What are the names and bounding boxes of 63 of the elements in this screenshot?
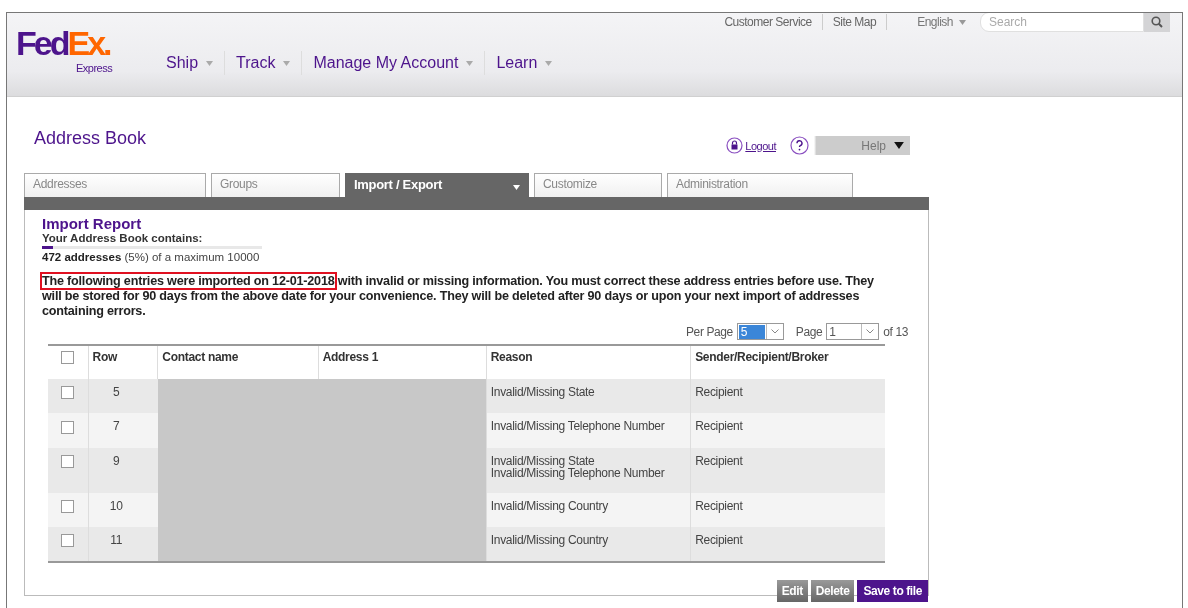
table-cell: 11 — [88, 527, 158, 563]
lock-icon — [726, 137, 744, 154]
caret-icon — [283, 60, 291, 66]
section-title: Import Report — [42, 216, 143, 232]
checkbox[interactable] — [61, 386, 75, 400]
table-cell: Invalid/Missing Country — [486, 492, 691, 527]
action-button[interactable]: Save to file — [857, 580, 928, 603]
table-cell: 7 — [88, 413, 158, 448]
table-cell: 5 — [88, 379, 158, 414]
checkbox[interactable] — [61, 351, 75, 365]
page-title: Address Book — [34, 128, 147, 149]
nav-menu[interactable]: Track — [225, 51, 303, 75]
caret-icon — [894, 142, 904, 149]
per-page-select[interactable]: 5 — [736, 323, 784, 340]
nav-menu[interactable]: Ship — [155, 51, 226, 75]
usage-label: Your Address Book contains: — [42, 232, 204, 244]
table-cell: 9 — [88, 447, 158, 493]
table-cell: Invalid/Missing State — [486, 379, 691, 414]
fedex-logo[interactable]: FedEx. Express — [16, 26, 126, 78]
page-label: Page — [795, 324, 823, 339]
table-cell: Invalid/Missing Telephone Number — [486, 413, 691, 448]
tab[interactable]: Customize — [534, 173, 662, 197]
utility-link[interactable]: Site Map — [822, 14, 888, 30]
help-menu[interactable]: Help — [790, 136, 910, 155]
import-message: The following entries were imported on 12-01-2018 with invalid or missing information. You must correct these address entries before use. They will be stored for 90 days from the above date for your convenience. They will be deleted after 90 days or upon your next import of addresses containing errors. — [42, 274, 875, 319]
caret-icon — [513, 185, 520, 190]
utility-link[interactable]: Customer Service — [714, 14, 823, 30]
chevron-icon — [866, 329, 875, 334]
tab[interactable]: Addresses — [24, 173, 206, 197]
checkbox[interactable] — [61, 500, 75, 513]
usage-text: 472 addresses (5%) of a maximum 10000 — [42, 251, 260, 263]
action-button[interactable]: Edit — [776, 580, 808, 603]
tab[interactable]: Groups — [211, 173, 340, 197]
caret-icon — [959, 19, 966, 25]
per-page-label: Per Page — [686, 324, 733, 339]
search-button[interactable] — [1144, 13, 1170, 32]
caret-icon — [206, 60, 214, 66]
chevron-icon — [770, 329, 779, 334]
table-cell: Invalid/Missing Country — [486, 527, 691, 563]
caret-icon — [466, 60, 474, 66]
action-button[interactable]: Delete — [810, 580, 855, 603]
table-cell: Recipient — [690, 413, 885, 448]
table-cell: Recipient — [690, 379, 885, 414]
tab[interactable]: Administration — [667, 173, 853, 197]
nav-menu[interactable]: Learn — [485, 51, 564, 75]
question-icon — [790, 136, 809, 155]
tab[interactable]: Import / Export — [345, 173, 529, 197]
page-total: of 13 — [883, 324, 908, 339]
table-cell: 10 — [88, 492, 158, 527]
nav-menu[interactable]: Manage My Account — [302, 51, 486, 75]
logout-link[interactable]: Logout — [726, 137, 776, 154]
checkbox[interactable] — [61, 455, 75, 468]
caret-icon — [545, 60, 553, 66]
table-cell: Recipient — [690, 492, 885, 527]
page-select[interactable]: 1 — [826, 323, 880, 340]
language-selector[interactable]: English — [917, 15, 966, 29]
checkbox[interactable] — [61, 534, 75, 548]
table-cell: Recipient — [690, 527, 885, 563]
search-icon — [1151, 16, 1163, 28]
table-cell: Invalid/Missing State Invalid/Missing Telephone Number — [486, 447, 691, 493]
table-cell: Recipient — [690, 447, 885, 493]
checkbox[interactable] — [61, 420, 75, 434]
search-field[interactable]: Search — [980, 13, 1144, 32]
